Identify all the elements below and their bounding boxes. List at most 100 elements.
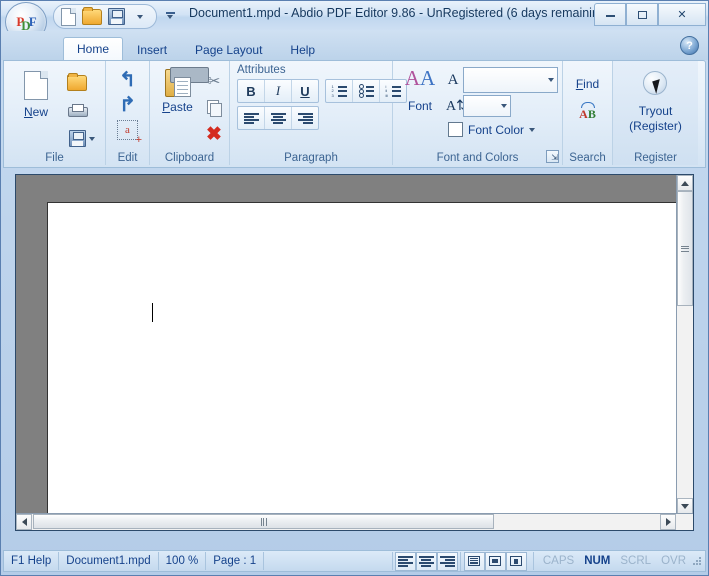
undo-icon: ↰ [119, 68, 136, 91]
font-color-swatch [448, 122, 463, 137]
status-full-page-view-button[interactable] [463, 551, 485, 571]
text-format-buttons: B I U [237, 79, 319, 103]
status-thumbnail-view-button[interactable] [505, 551, 527, 571]
grip-icon [681, 245, 689, 252]
scroll-left-button[interactable] [16, 514, 32, 530]
align-center-button[interactable] [265, 107, 292, 129]
group-label-clipboard: Clipboard [164, 152, 215, 164]
font-name-icon: A [447, 71, 459, 88]
select-text-button[interactable]: a [116, 118, 142, 146]
status-page: Page : 1 [206, 552, 265, 570]
open-button[interactable] [65, 71, 89, 94]
delete-x-icon: ✖ [206, 123, 222, 145]
italic-button[interactable]: I [265, 80, 292, 102]
horizontal-scrollbar[interactable] [16, 513, 693, 530]
font-name-combo[interactable] [463, 67, 558, 93]
replace-button[interactable]: AB [576, 102, 600, 126]
align-center-icon [270, 112, 286, 124]
find-button[interactable]: Find [576, 77, 599, 91]
window-controls: ✕ [594, 3, 706, 26]
full-page-view-icon [468, 556, 481, 566]
font-size-combo[interactable] [463, 95, 511, 117]
redo-button[interactable]: ↱ [116, 93, 140, 116]
scroll-right-button[interactable] [660, 514, 676, 530]
help-icon[interactable]: ? [680, 36, 699, 55]
bulleted-list-button[interactable] [353, 80, 380, 102]
underline-button[interactable]: U [292, 80, 318, 102]
chevron-right-icon [665, 518, 671, 526]
minimize-button[interactable] [594, 3, 626, 26]
grip-icon [260, 517, 267, 526]
tab-page-layout[interactable]: Page Layout [181, 39, 276, 62]
ribbon-group-search: Find AB Search [563, 61, 613, 165]
restore-icon [637, 10, 647, 19]
copy-icon [207, 100, 222, 117]
redo-icon: ↱ [119, 93, 136, 116]
status-zoom[interactable]: 100 % [159, 552, 207, 570]
print-button[interactable] [65, 99, 89, 122]
align-right-icon [297, 112, 313, 124]
qat-save-button[interactable] [106, 7, 126, 26]
window-title: Document1.mpd - Abdio PDF Editor 9.86 - … [189, 6, 611, 20]
tab-help[interactable]: Help [276, 39, 329, 62]
qat-open-button[interactable] [82, 6, 102, 26]
copy-button[interactable] [202, 96, 226, 119]
document-workspace[interactable] [15, 174, 694, 531]
font-dialog-launcher-icon[interactable]: ⇲ [546, 150, 559, 163]
printer-icon [68, 103, 88, 118]
ribbon: New File ↰ ↱ a + Edit Paste ✂ ✖ Clipboar… [3, 60, 706, 168]
chevron-left-icon [21, 518, 27, 526]
align-right-button[interactable] [292, 107, 318, 129]
save-button[interactable] [65, 127, 99, 150]
save-icon [107, 8, 125, 25]
minimize-icon [605, 8, 615, 17]
horizontal-scrollbar-thumb[interactable] [33, 514, 494, 529]
align-left-icon [397, 555, 413, 567]
align-left-button[interactable] [238, 107, 265, 129]
tab-insert[interactable]: Insert [123, 39, 181, 62]
paste-button[interactable]: Paste [153, 67, 209, 114]
font-color-button[interactable]: Font Color [448, 122, 558, 137]
font-size-icon: A⇅ [446, 98, 468, 114]
window-resize-grip[interactable] [691, 555, 703, 567]
ribbon-group-clipboard: Paste ✂ ✖ Clipboard [150, 61, 230, 165]
overflow-bar-icon [165, 12, 175, 14]
ribbon-tabs: Home Insert Page Layout Help [63, 37, 329, 62]
qat-overflow-button[interactable] [161, 6, 179, 25]
orb-letter-f: F [28, 13, 37, 29]
tryout-label-line1: Tryout [638, 104, 673, 118]
status-align-left-button[interactable] [394, 551, 416, 571]
delete-button[interactable]: ✖ [202, 123, 226, 146]
ribbon-tab-strip: Home Insert Page Layout Help ? [1, 31, 708, 62]
status-indicators: CAPS NUM SCRL OVR [532, 552, 691, 570]
scroll-down-button[interactable] [677, 498, 693, 514]
restore-button[interactable] [626, 3, 658, 26]
qat-new-button[interactable] [58, 7, 78, 26]
new-document-icon [24, 71, 48, 100]
tab-home[interactable]: Home [63, 37, 124, 62]
document-page[interactable] [47, 202, 677, 530]
qat-customize-button[interactable] [130, 7, 150, 26]
numbered-list-icon: 1 2 3 [332, 84, 347, 97]
status-single-page-view-button[interactable] [484, 551, 506, 571]
bold-button[interactable]: B [238, 80, 265, 102]
status-help[interactable]: F1 Help [4, 552, 60, 570]
font-button[interactable]: AA Font [398, 67, 442, 149]
font-aa-icon: AA [404, 66, 436, 90]
numbered-list-button[interactable]: 1 2 3 [326, 80, 353, 102]
undo-button[interactable]: ↰ [116, 68, 140, 91]
new-button[interactable]: New [13, 71, 59, 119]
vertical-scrollbar-thumb[interactable] [677, 191, 693, 306]
status-align-right-button[interactable] [436, 551, 458, 571]
scroll-up-button[interactable] [677, 175, 693, 191]
close-button[interactable]: ✕ [658, 3, 706, 26]
attributes-label: Attributes [237, 64, 286, 76]
status-view-buttons [459, 551, 529, 571]
status-filename: Document1.mpd [59, 552, 159, 570]
open-folder-icon [82, 6, 102, 25]
bulleted-list-icon [358, 84, 374, 98]
tryout-register-button[interactable]: Tryout (Register) [616, 63, 695, 153]
chevron-down-icon [501, 104, 507, 108]
vertical-scrollbar[interactable] [676, 175, 693, 514]
status-align-center-button[interactable] [415, 551, 437, 571]
